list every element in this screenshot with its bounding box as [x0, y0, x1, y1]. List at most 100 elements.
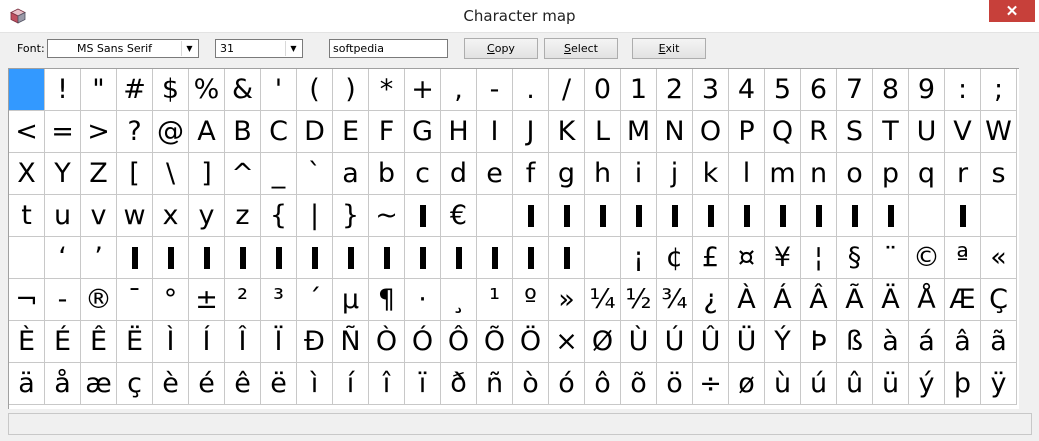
char-cell[interactable]: Û	[693, 321, 729, 363]
char-cell[interactable]: S	[837, 111, 873, 153]
char-cell[interactable]	[297, 237, 333, 279]
char-cell[interactable]: 0	[585, 69, 621, 111]
char-cell[interactable]: m	[765, 153, 801, 195]
copy-button[interactable]: Copy	[464, 38, 538, 59]
char-cell[interactable]: ¨	[873, 237, 909, 279]
char-cell[interactable]: q	[909, 153, 945, 195]
char-cell[interactable]: ¶	[369, 279, 405, 321]
char-cell[interactable]: n	[801, 153, 837, 195]
char-cell[interactable]: ¸	[441, 279, 477, 321]
char-cell[interactable]: ê	[225, 363, 261, 405]
char-cell[interactable]: R	[801, 111, 837, 153]
char-cell[interactable]: d	[441, 153, 477, 195]
char-cell[interactable]: ì	[297, 363, 333, 405]
char-cell[interactable]: #	[117, 69, 153, 111]
char-cell[interactable]	[549, 195, 585, 237]
char-cell[interactable]: Ó	[405, 321, 441, 363]
char-cell[interactable]: y	[189, 195, 225, 237]
char-cell[interactable]: +	[405, 69, 441, 111]
char-cell[interactable]: D	[297, 111, 333, 153]
char-cell[interactable]	[369, 237, 405, 279]
char-cell[interactable]: Å	[909, 279, 945, 321]
char-cell[interactable]: M	[621, 111, 657, 153]
char-cell[interactable]: j	[657, 153, 693, 195]
char-cell[interactable]	[9, 69, 45, 111]
char-cell[interactable]	[909, 195, 945, 237]
char-cell[interactable]: ×	[549, 321, 585, 363]
char-cell[interactable]: Ï	[261, 321, 297, 363]
char-cell[interactable]: (	[297, 69, 333, 111]
char-cell[interactable]: K	[549, 111, 585, 153]
char-cell[interactable]: c	[405, 153, 441, 195]
char-cell[interactable]: C	[261, 111, 297, 153]
char-cell[interactable]: _	[261, 153, 297, 195]
char-cell[interactable]: -	[45, 279, 81, 321]
char-cell[interactable]: ÿ	[981, 363, 1017, 405]
char-cell[interactable]: `	[297, 153, 333, 195]
char-cell[interactable]	[405, 237, 441, 279]
char-cell[interactable]: ¯	[117, 279, 153, 321]
char-cell[interactable]: ä	[9, 363, 45, 405]
char-cell[interactable]: ú	[801, 363, 837, 405]
char-cell[interactable]: "	[81, 69, 117, 111]
char-cell[interactable]: Ä	[873, 279, 909, 321]
char-cell[interactable]: 9	[909, 69, 945, 111]
char-cell[interactable]: í	[333, 363, 369, 405]
char-cell[interactable]: @	[153, 111, 189, 153]
char-cell[interactable]: ß	[837, 321, 873, 363]
char-cell[interactable]: Ñ	[333, 321, 369, 363]
char-cell[interactable]: \	[153, 153, 189, 195]
char-cell[interactable]: ù	[765, 363, 801, 405]
char-cell[interactable]: u	[45, 195, 81, 237]
char-cell[interactable]: Õ	[477, 321, 513, 363]
char-cell[interactable]: F	[369, 111, 405, 153]
char-cell[interactable]: ;	[981, 69, 1017, 111]
sample-text-input[interactable]: softpedia	[329, 39, 448, 58]
char-cell[interactable]: s	[981, 153, 1017, 195]
char-cell[interactable]: '	[261, 69, 297, 111]
char-cell[interactable]: ¼	[585, 279, 621, 321]
char-cell[interactable]: w	[117, 195, 153, 237]
char-cell[interactable]	[801, 195, 837, 237]
char-cell[interactable]: e	[477, 153, 513, 195]
char-cell[interactable]: ®	[81, 279, 117, 321]
char-cell[interactable]: Ø	[585, 321, 621, 363]
char-cell[interactable]	[585, 195, 621, 237]
char-cell[interactable]	[513, 195, 549, 237]
char-cell[interactable]: ÷	[693, 363, 729, 405]
char-cell[interactable]: .	[513, 69, 549, 111]
char-cell[interactable]	[729, 195, 765, 237]
char-cell[interactable]: I	[477, 111, 513, 153]
char-cell[interactable]: z	[225, 195, 261, 237]
char-cell[interactable]: Ç	[981, 279, 1017, 321]
char-cell[interactable]	[837, 195, 873, 237]
char-cell[interactable]: 5	[765, 69, 801, 111]
char-cell[interactable]: Â	[801, 279, 837, 321]
char-cell[interactable]: -	[477, 69, 513, 111]
char-cell[interactable]: é	[189, 363, 225, 405]
char-cell[interactable]: N	[657, 111, 693, 153]
char-cell[interactable]: b	[369, 153, 405, 195]
char-cell[interactable]: û	[837, 363, 873, 405]
char-cell[interactable]: ë	[261, 363, 297, 405]
char-cell[interactable]: ’	[81, 237, 117, 279]
char-cell[interactable]	[873, 195, 909, 237]
char-cell[interactable]: X	[9, 153, 45, 195]
char-cell[interactable]	[765, 195, 801, 237]
char-cell[interactable]: »	[549, 279, 585, 321]
char-cell[interactable]: ¹	[477, 279, 513, 321]
char-cell[interactable]: «	[981, 237, 1017, 279]
char-cell[interactable]: T	[873, 111, 909, 153]
char-cell[interactable]: o	[837, 153, 873, 195]
char-cell[interactable]: ,	[441, 69, 477, 111]
char-cell[interactable]: æ	[81, 363, 117, 405]
char-cell[interactable]: â	[945, 321, 981, 363]
char-cell[interactable]	[477, 237, 513, 279]
char-cell[interactable]	[477, 195, 513, 237]
char-cell[interactable]: ²	[225, 279, 261, 321]
char-cell[interactable]: ¤	[729, 237, 765, 279]
char-cell[interactable]: ¦	[801, 237, 837, 279]
char-cell[interactable]: O	[693, 111, 729, 153]
char-cell[interactable]: {	[261, 195, 297, 237]
chevron-down-icon[interactable]: ▼	[285, 41, 301, 56]
